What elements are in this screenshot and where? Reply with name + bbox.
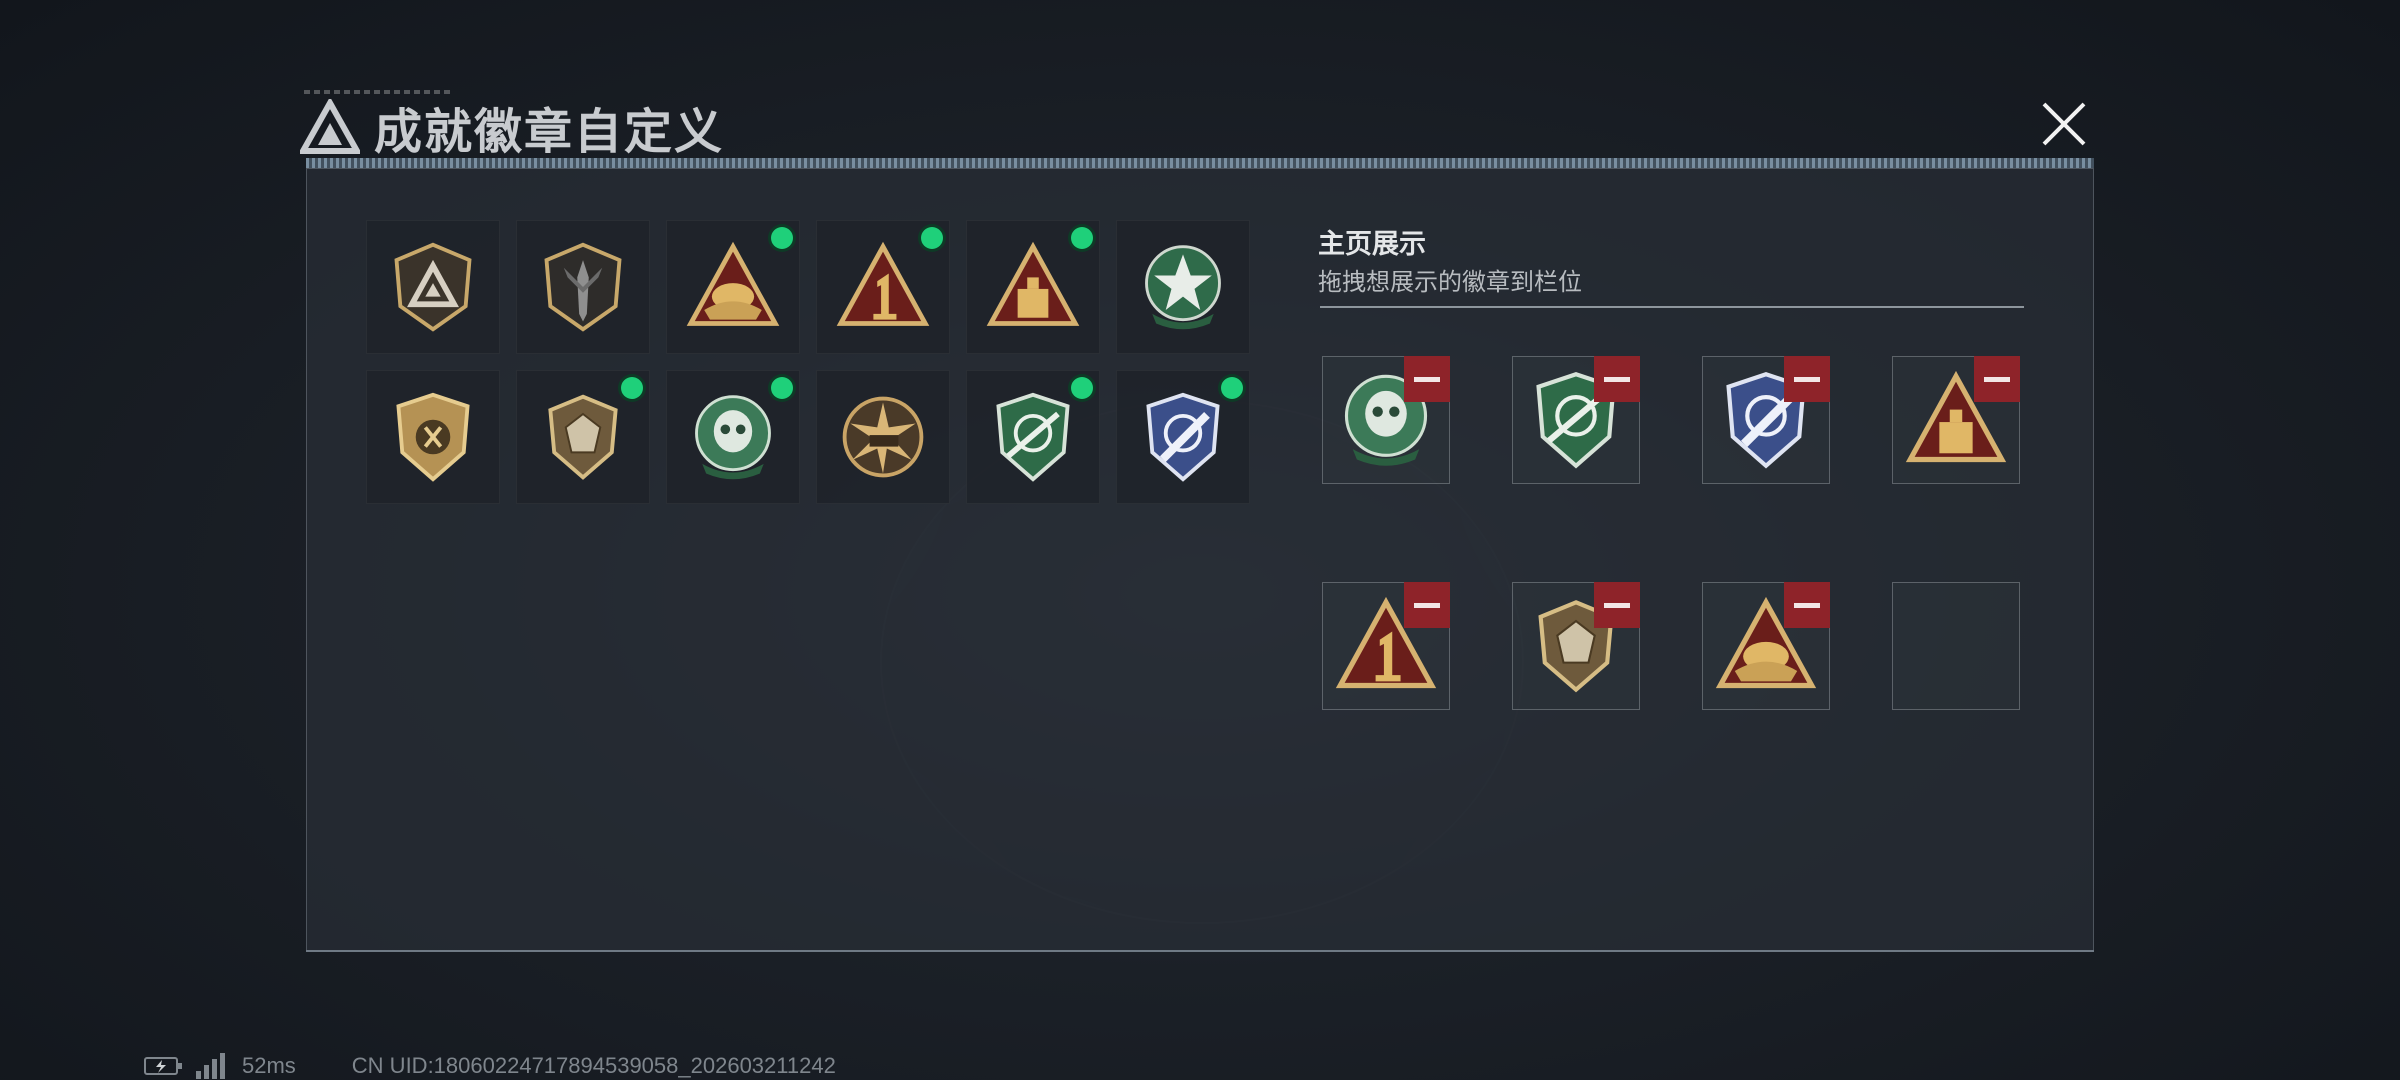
badge-item[interactable] (966, 370, 1100, 504)
new-indicator (921, 227, 943, 249)
number-one-triangle-badge-icon (836, 241, 930, 326)
badge-item[interactable] (666, 370, 800, 504)
new-indicator (621, 377, 643, 399)
showcase-slot[interactable] (1702, 356, 1830, 484)
showcase-slot[interactable] (1322, 356, 1450, 484)
tank-burst-badge-icon (842, 396, 924, 478)
knife-crosshair-blue-badge-icon (1146, 392, 1220, 482)
new-indicator (771, 227, 793, 249)
showcase-slot[interactable] (1512, 356, 1640, 484)
new-indicator (1071, 377, 1093, 399)
badge-item[interactable] (366, 370, 500, 504)
badge-item[interactable] (966, 220, 1100, 354)
panel-top-strip (306, 158, 2094, 168)
star-laurel-badge-icon (1145, 245, 1221, 330)
badge-item[interactable] (1116, 220, 1250, 354)
new-indicator (771, 377, 793, 399)
new-indicator (1221, 377, 1243, 399)
triangle-shield-badge-icon (394, 242, 472, 332)
remove-badge-button[interactable] (1784, 582, 1830, 628)
badge-item[interactable] (1116, 370, 1250, 504)
badge-item[interactable] (516, 220, 650, 354)
showcase-subtitle: 拖拽想展示的徽章到栏位 (1318, 269, 1582, 296)
showcase-divider (1320, 306, 2024, 308)
sniper-crosshair-green-badge-icon (996, 392, 1070, 482)
status-bar: 52ms CN UID:18060224717894539058_2026032… (144, 1052, 836, 1080)
showcase-slot-empty[interactable] (1892, 582, 2020, 710)
page-title: 成就徽章自定义 (374, 106, 725, 159)
showcase-slot[interactable] (1322, 582, 1450, 710)
signal-bars-icon (196, 1053, 225, 1079)
triangle-logo-icon (300, 99, 360, 154)
showcase-slot[interactable] (1702, 582, 1830, 710)
crate-triangle-badge-icon (986, 241, 1080, 326)
remove-badge-button[interactable] (1404, 356, 1450, 402)
remove-badge-button[interactable] (1594, 582, 1640, 628)
badge-item[interactable] (516, 370, 650, 504)
remove-badge-button[interactable] (1784, 356, 1830, 402)
gem-shield-badge-icon (548, 394, 618, 480)
showcase-title: 主页展示 (1318, 229, 1426, 259)
badge-item[interactable] (816, 220, 950, 354)
badge-item[interactable] (816, 370, 950, 504)
new-indicator (1071, 227, 1093, 249)
badge-item[interactable] (666, 220, 800, 354)
panel-bottom-line (306, 950, 2094, 952)
badge-item[interactable] (366, 220, 500, 354)
showcase-slot[interactable] (1892, 356, 2020, 484)
showcase-slot[interactable] (1512, 582, 1640, 710)
split-shield-badge-icon (396, 392, 470, 482)
header: 成就徽章自定义 (300, 92, 724, 162)
badge-collection-grid (366, 220, 1250, 504)
ping-value: 52ms (242, 1053, 296, 1078)
remove-badge-button[interactable] (1974, 356, 2020, 402)
remove-badge-button[interactable] (1404, 582, 1450, 628)
hand-triangle-badge-icon (686, 241, 780, 326)
skull-laurel-badge-icon (695, 395, 771, 480)
battery-charging-icon (144, 1057, 182, 1075)
dagger-shield-badge-icon (544, 242, 622, 332)
close-icon[interactable] (2040, 100, 2088, 148)
uid-text: CN UID:18060224717894539058_202603211242 (351, 1053, 836, 1078)
remove-badge-button[interactable] (1594, 356, 1640, 402)
